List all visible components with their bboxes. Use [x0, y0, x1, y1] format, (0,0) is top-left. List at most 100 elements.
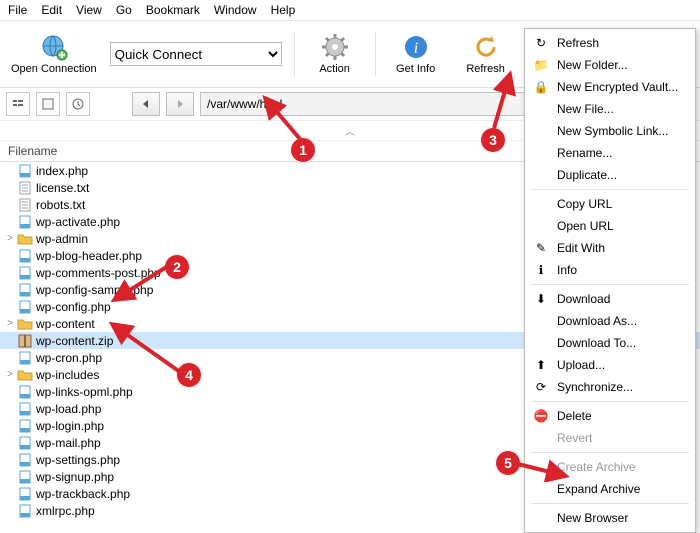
annotation-marker-2: 2 — [164, 254, 190, 280]
context-item-label: Download — [557, 292, 610, 306]
context-separator — [531, 189, 689, 190]
context-download-to[interactable]: Download To... — [527, 332, 693, 354]
php-icon — [16, 266, 34, 280]
context-rename[interactable]: Rename... — [527, 142, 693, 164]
bookmark-toggle-button[interactable] — [36, 92, 60, 116]
context-delete[interactable]: ⛔Delete — [527, 405, 693, 427]
context-new-symbolic-link[interactable]: New Symbolic Link... — [527, 120, 693, 142]
info-icon: i — [402, 33, 430, 61]
file-name-label: wp-links-opml.php — [34, 385, 133, 399]
file-name-label: index.php — [34, 164, 88, 178]
file-name-label: wp-cron.php — [34, 351, 102, 365]
context-copy-url[interactable]: Copy URL — [527, 193, 693, 215]
context-item-label: New Encrypted Vault... — [557, 80, 678, 94]
menu-edit[interactable]: Edit — [41, 3, 62, 17]
php-icon — [16, 470, 34, 484]
file-name-label: wp-content.zip — [34, 334, 113, 348]
php-icon — [16, 351, 34, 365]
svg-text:i: i — [413, 40, 417, 57]
file-name-label: wp-mail.php — [34, 436, 101, 450]
context-download[interactable]: ⬇ Download — [527, 288, 693, 310]
context-menu: ↻Refresh 📁 New Folder... 🔒 New Encrypted Vau… — [524, 28, 696, 533]
view-toggle-button[interactable] — [6, 92, 30, 116]
context-upload[interactable]: ⬆ Upload... — [527, 354, 693, 376]
txt-icon — [16, 198, 34, 212]
php-icon — [16, 402, 34, 416]
upload-icon: ⬆ — [533, 357, 549, 373]
history-toggle-button[interactable] — [66, 92, 90, 116]
context-new-file[interactable]: New File... — [527, 98, 693, 120]
menu-help[interactable]: Help — [271, 3, 296, 17]
context-expand-archive[interactable]: Expand Archive — [527, 478, 693, 500]
blank-icon — [533, 481, 549, 497]
back-button[interactable] — [132, 92, 160, 116]
context-item-label: New Folder... — [557, 58, 628, 72]
php-icon — [16, 419, 34, 433]
context-item-label: New Browser — [557, 511, 628, 525]
context-item-label: Copy URL — [557, 197, 612, 211]
blank-icon — [533, 167, 549, 183]
file-name-label: license.txt — [34, 181, 89, 195]
menu-window[interactable]: Window — [214, 3, 257, 17]
file-name-label: wp-settings.php — [34, 453, 120, 467]
context-item-label: Edit With — [557, 241, 605, 255]
menu-go[interactable]: Go — [116, 3, 132, 17]
menu-view[interactable]: View — [76, 3, 102, 17]
expand-toggle[interactable]: > — [4, 369, 16, 380]
vault-icon: 🔒 — [533, 79, 549, 95]
menu-bar: File Edit View Go Bookmark Window Help — [0, 0, 700, 21]
annotation-marker-5: 5 — [495, 450, 521, 476]
newfolder-icon: 📁 — [533, 57, 549, 73]
context-item-label: New File... — [557, 102, 614, 116]
refresh-button[interactable]: Refresh — [452, 25, 520, 83]
php-icon — [16, 300, 34, 314]
annotation-marker-1: 1 — [290, 137, 316, 163]
refresh-icon — [472, 33, 500, 61]
context-refresh[interactable]: ↻Refresh — [527, 32, 693, 54]
context-new-folder[interactable]: 📁 New Folder... — [527, 54, 693, 76]
download-icon: ⬇ — [533, 291, 549, 307]
menu-file[interactable]: File — [8, 3, 27, 17]
file-name-label: wp-activate.php — [34, 215, 120, 229]
file-name-label: wp-login.php — [34, 419, 104, 433]
context-item-label: Upload... — [557, 358, 605, 372]
sync-icon: ⟳ — [533, 379, 549, 395]
blank-icon — [533, 218, 549, 234]
quick-connect-select[interactable]: Quick Connect — [110, 42, 282, 66]
context-separator — [531, 452, 689, 453]
get-info-button[interactable]: i Get Info — [382, 25, 450, 83]
file-name-label: wp-comments-post.php — [34, 266, 161, 280]
expand-toggle[interactable]: > — [4, 318, 16, 329]
expand-toggle[interactable]: > — [4, 233, 16, 244]
file-name-label: wp-signup.php — [34, 470, 114, 484]
open-connection-button[interactable]: Open Connection — [6, 25, 102, 83]
blank-icon — [533, 101, 549, 117]
forward-button[interactable] — [166, 92, 194, 116]
php-icon — [16, 249, 34, 263]
file-name-label: wp-content — [34, 317, 95, 331]
file-name-label: wp-config-sample.php — [34, 283, 153, 297]
context-edit-with[interactable]: ✎ Edit With — [527, 237, 693, 259]
file-name-label: wp-config.php — [34, 300, 111, 314]
context-synchronize[interactable]: ⟳Synchronize... — [527, 376, 693, 398]
blank-icon — [533, 459, 549, 475]
context-open-url[interactable]: Open URL — [527, 215, 693, 237]
edit-icon: ✎ — [533, 240, 549, 256]
context-new-encrypted-vault[interactable]: 🔒 New Encrypted Vault... — [527, 76, 693, 98]
menu-bookmark[interactable]: Bookmark — [146, 3, 200, 17]
txt-icon — [16, 181, 34, 195]
blank-icon — [533, 123, 549, 139]
action-button[interactable]: Action — [301, 25, 369, 83]
toolbar-separator — [375, 32, 376, 76]
context-new-browser[interactable]: New Browser — [527, 507, 693, 529]
context-download-as[interactable]: Download As... — [527, 310, 693, 332]
folder-icon — [16, 317, 34, 331]
context-duplicate[interactable]: Duplicate... — [527, 164, 693, 186]
php-icon — [16, 283, 34, 297]
globe-plus-icon — [40, 33, 68, 61]
blank-icon — [533, 145, 549, 161]
context-info[interactable]: ℹInfo — [527, 259, 693, 281]
context-item-label: Delete — [557, 409, 592, 423]
file-name-label: wp-blog-header.php — [34, 249, 142, 263]
context-item-label: Download As... — [557, 314, 637, 328]
